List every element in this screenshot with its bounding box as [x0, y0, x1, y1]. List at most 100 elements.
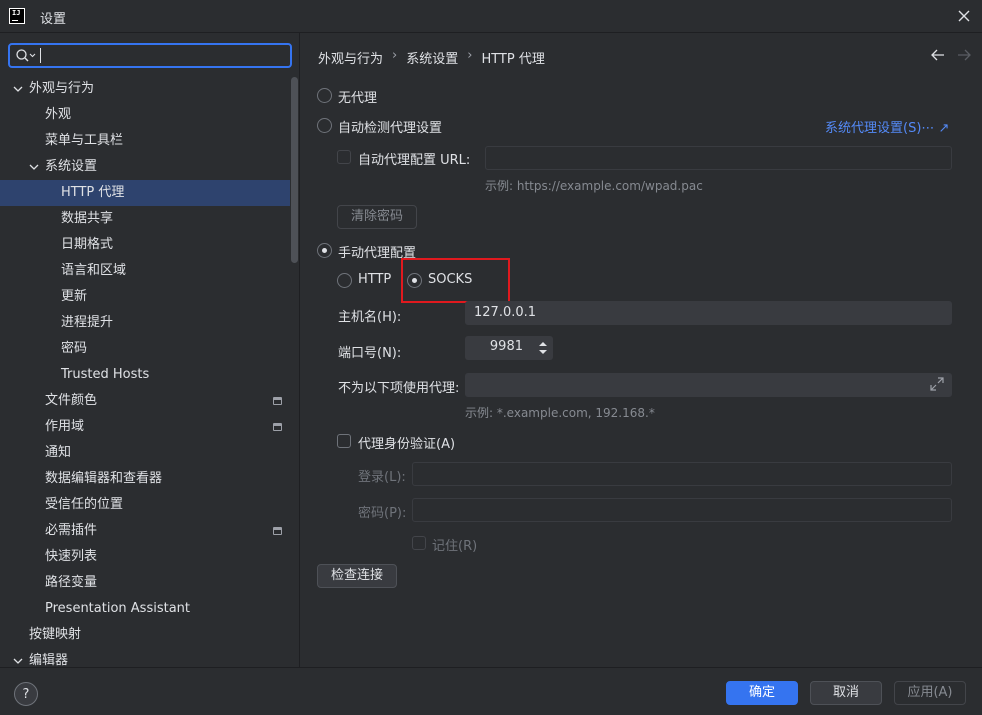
sidebar-item-label: 语言和区域 [61, 263, 127, 278]
ok-button[interactable]: 确定 [726, 681, 798, 705]
sidebar-item[interactable]: 受信任的位置 [0, 492, 290, 518]
help-button[interactable]: ? [14, 682, 38, 706]
sidebar-item-label: 外观 [45, 107, 72, 122]
dialog-footer: ? 确定 取消 应用(A) [0, 667, 982, 715]
sidebar-item-label: 通知 [45, 445, 72, 460]
breadcrumb-item[interactable]: 系统设置 [406, 48, 458, 67]
password-field[interactable] [412, 498, 952, 522]
sidebar-item[interactable]: Trusted Hosts [0, 362, 290, 388]
sidebar-item-label: 日期格式 [61, 237, 114, 252]
sidebar-item-label: 外观与行为 [29, 81, 95, 96]
sidebar-item[interactable]: 外观与行为 [0, 76, 290, 102]
sidebar-item[interactable]: 编辑器 [0, 648, 290, 667]
clear-password-button[interactable]: 清除密码 [337, 205, 417, 229]
no-proxy-for-hint: 示例: *.example.com, 192.168.* [465, 406, 655, 420]
port-label: 端口号(N): [338, 346, 402, 361]
auto-detect-radio[interactable] [317, 118, 332, 133]
sidebar-item-label: 菜单与工具栏 [45, 133, 124, 148]
sidebar-item[interactable]: 快速列表 [0, 544, 290, 570]
sidebar-scrollbar[interactable] [291, 77, 298, 263]
socks-highlight-box [401, 258, 510, 303]
close-button[interactable] [954, 6, 974, 26]
sidebar-item[interactable]: 外观 [0, 102, 290, 128]
apply-button[interactable]: 应用(A) [894, 681, 966, 705]
sidebar-item[interactable]: 数据编辑器和查看器 [0, 466, 290, 492]
proxy-auth-label: 代理身份验证(A) [358, 437, 456, 452]
password-label: 密码(P): [358, 506, 407, 521]
auto-config-url-checkbox[interactable] [337, 150, 351, 164]
app-logo-icon: IJ [9, 8, 25, 24]
check-connection-button[interactable]: 检查连接 [317, 564, 397, 588]
sidebar-item-label: 按键映射 [29, 627, 82, 642]
sidebar-item[interactable]: 按键映射 [0, 622, 290, 648]
sidebar-item-label: 数据共享 [61, 211, 114, 226]
auto-config-url-hint: 示例: https://example.com/wpad.pac [485, 179, 703, 193]
http-radio[interactable] [337, 273, 352, 288]
chevron-down-icon[interactable] [13, 84, 23, 94]
host-label: 主机名(H): [338, 310, 402, 325]
sidebar-item-label: 编辑器 [29, 653, 69, 667]
sidebar-item-label: 文件颜色 [45, 393, 98, 408]
breadcrumb-separator: › [392, 48, 398, 63]
expand-icon[interactable] [930, 377, 944, 391]
sidebar-item[interactable]: 更新 [0, 284, 290, 310]
sidebar-item[interactable]: 进程提升 [0, 310, 290, 336]
search-input[interactable] [40, 47, 285, 64]
host-field[interactable]: 127.0.0.1 [465, 301, 952, 325]
sidebar-item[interactable]: 语言和区域 [0, 258, 290, 284]
project-level-icon [273, 397, 282, 405]
sidebar-item-label: 进程提升 [61, 315, 114, 330]
breadcrumb-separator: › [467, 48, 473, 63]
search-box[interactable] [8, 43, 292, 68]
sidebar-item-label: 作用域 [45, 419, 85, 434]
chevron-down-icon[interactable] [13, 656, 23, 666]
port-spinner[interactable]: 9981 [465, 336, 553, 360]
sidebar-item[interactable]: 必需插件 [0, 518, 290, 544]
cancel-button[interactable]: 取消 [810, 681, 882, 705]
sidebar-item[interactable]: 文件颜色 [0, 388, 290, 414]
remember-label: 记住(R) [432, 539, 478, 554]
sidebar-item[interactable]: 数据共享 [0, 206, 290, 232]
sidebar-item[interactable]: 通知 [0, 440, 290, 466]
remember-checkbox[interactable] [412, 536, 426, 550]
sidebar-item[interactable]: 路径变量 [0, 570, 290, 596]
login-label: 登录(L): [358, 470, 406, 485]
breadcrumb-item[interactable]: 外观与行为 [318, 48, 383, 67]
sidebar-item[interactable]: 菜单与工具栏 [0, 128, 290, 154]
sidebar-item-label: 快速列表 [45, 549, 98, 564]
window-title: 设置 [40, 12, 67, 27]
auto-config-url-field[interactable] [485, 146, 952, 170]
port-value: 9981 [489, 339, 523, 354]
sidebar-item-label: 路径变量 [45, 575, 98, 590]
manual-proxy-radio[interactable] [317, 243, 332, 258]
sidebar-item[interactable]: 作用域 [0, 414, 290, 440]
sidebar-item-label: 必需插件 [45, 523, 98, 538]
chevron-down-icon[interactable] [29, 162, 39, 172]
system-proxy-settings-link[interactable]: 系统代理设置(S)⋯ ↗ [825, 117, 949, 136]
search-icon[interactable] [15, 48, 37, 64]
sidebar-item-label: 更新 [61, 289, 88, 304]
project-level-icon [273, 423, 282, 431]
sidebar-item[interactable]: Presentation Assistant [0, 596, 290, 622]
sidebar-item[interactable]: HTTP 代理 [0, 180, 290, 206]
sidebar-item[interactable]: 系统设置 [0, 154, 290, 180]
breadcrumb-item: HTTP 代理 [481, 52, 545, 67]
proxy-auth-checkbox[interactable] [337, 434, 351, 448]
sidebar-item-label: 受信任的位置 [45, 497, 124, 512]
sidebar-item-label: HTTP 代理 [61, 185, 125, 200]
no-proxy-radio[interactable] [317, 88, 332, 103]
close-icon [958, 10, 970, 22]
spinner-arrows-icon[interactable] [537, 339, 549, 357]
title-bar: IJ 设置 [0, 0, 982, 33]
settings-tree: 外观与行为外观菜单与工具栏系统设置 HTTP 代理 数据共享日期格式语言和区域更新进… [0, 76, 290, 667]
forward-arrow-icon[interactable] [956, 47, 972, 63]
no-proxy-for-field[interactable] [465, 373, 952, 397]
auto-config-url-label: 自动代理配置 URL: [358, 153, 471, 168]
sidebar-item-label: Trusted Hosts [61, 367, 150, 382]
sidebar-item[interactable]: 密码 [0, 336, 290, 362]
login-field[interactable] [412, 462, 952, 486]
back-arrow-icon[interactable] [930, 47, 946, 63]
project-level-icon [273, 527, 282, 535]
sidebar-item[interactable]: 日期格式 [0, 232, 290, 258]
http-label: HTTP [358, 272, 392, 287]
